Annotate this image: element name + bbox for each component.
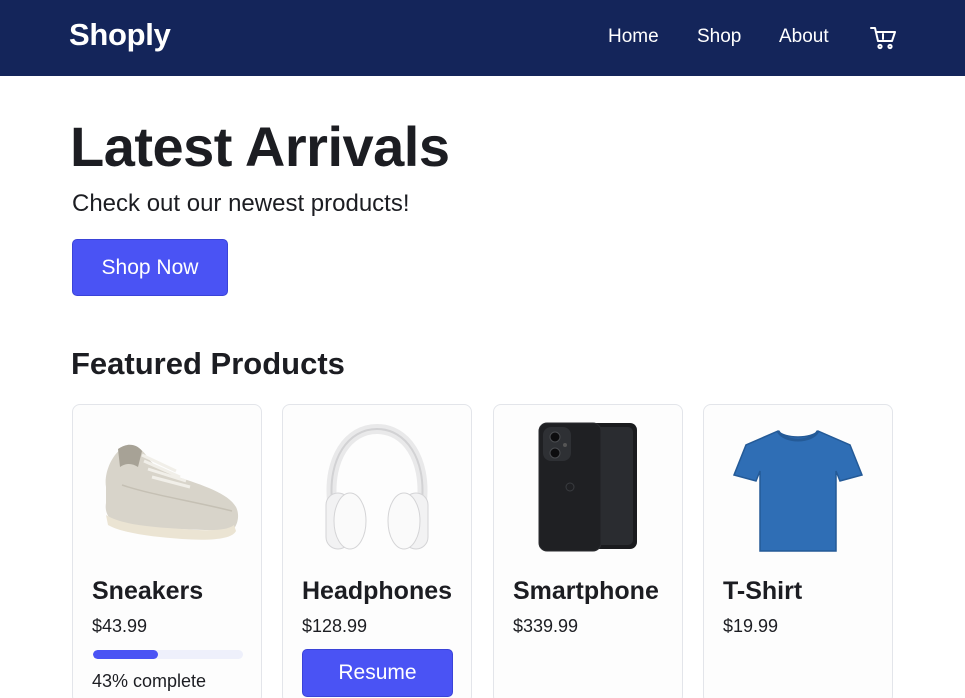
nav-link-home[interactable]: Home bbox=[608, 26, 659, 48]
product-price: $19.99 bbox=[723, 616, 779, 636]
product-name: Sneakers bbox=[92, 577, 204, 605]
product-name: Smartphone bbox=[513, 577, 659, 605]
progress-label: 43% complete bbox=[92, 671, 207, 691]
product-price: $43.99 bbox=[92, 616, 148, 636]
product-price: $128.99 bbox=[302, 616, 368, 636]
progress-bar-fill bbox=[93, 650, 158, 659]
product-card-sneakers[interactable]: Sneakers $43.99 43% complete bbox=[72, 404, 262, 698]
tshirt-icon bbox=[704, 405, 892, 565]
nav-link-shop[interactable]: Shop bbox=[697, 26, 741, 48]
hero-title: Latest Arrivals bbox=[70, 115, 450, 178]
product-name: T-Shirt bbox=[723, 577, 803, 605]
product-name: Headphones bbox=[302, 577, 453, 605]
brand-logo[interactable]: Shoply bbox=[69, 17, 171, 53]
product-card-tshirt[interactable]: T-Shirt $19.99 bbox=[703, 404, 893, 698]
featured-products-title: Featured Products bbox=[71, 346, 345, 381]
product-card-smartphone[interactable]: Smartphone $339.99 bbox=[493, 404, 683, 698]
product-card-headphones[interactable]: Headphones $128.99 Resume bbox=[282, 404, 472, 698]
resume-button[interactable]: Resume bbox=[302, 649, 453, 697]
sneaker-icon bbox=[73, 405, 261, 565]
nav-link-about[interactable]: About bbox=[779, 26, 829, 48]
shop-now-button[interactable]: Shop Now bbox=[72, 239, 228, 296]
headphones-icon bbox=[283, 405, 471, 565]
hero-subtitle: Check out our newest products! bbox=[72, 190, 410, 217]
navbar: Shoply Home Shop About bbox=[0, 0, 965, 76]
progress-bar bbox=[93, 650, 243, 659]
cart-icon[interactable] bbox=[869, 25, 897, 51]
product-price: $339.99 bbox=[513, 616, 579, 636]
smartphone-icon bbox=[494, 405, 682, 565]
